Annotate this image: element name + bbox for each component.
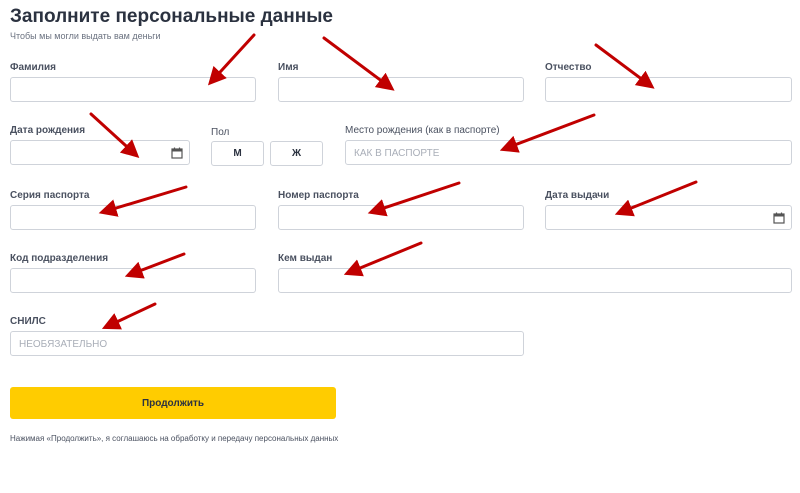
annotation-arrow: [124, 252, 186, 279]
annotation-arrow: [499, 113, 596, 153]
annotation-arrow: [207, 33, 256, 86]
annotation-arrow: [614, 180, 698, 217]
annotation-arrow: [322, 36, 395, 91]
annotation-arrow: [89, 112, 140, 159]
annotation-arrows: [89, 33, 698, 330]
annotation-arrow: [101, 302, 157, 330]
annotation-arrow: [367, 181, 461, 217]
annotation-arrow: [98, 185, 188, 217]
annotation-arrow: [594, 43, 655, 89]
annotation-arrow: [343, 241, 423, 277]
